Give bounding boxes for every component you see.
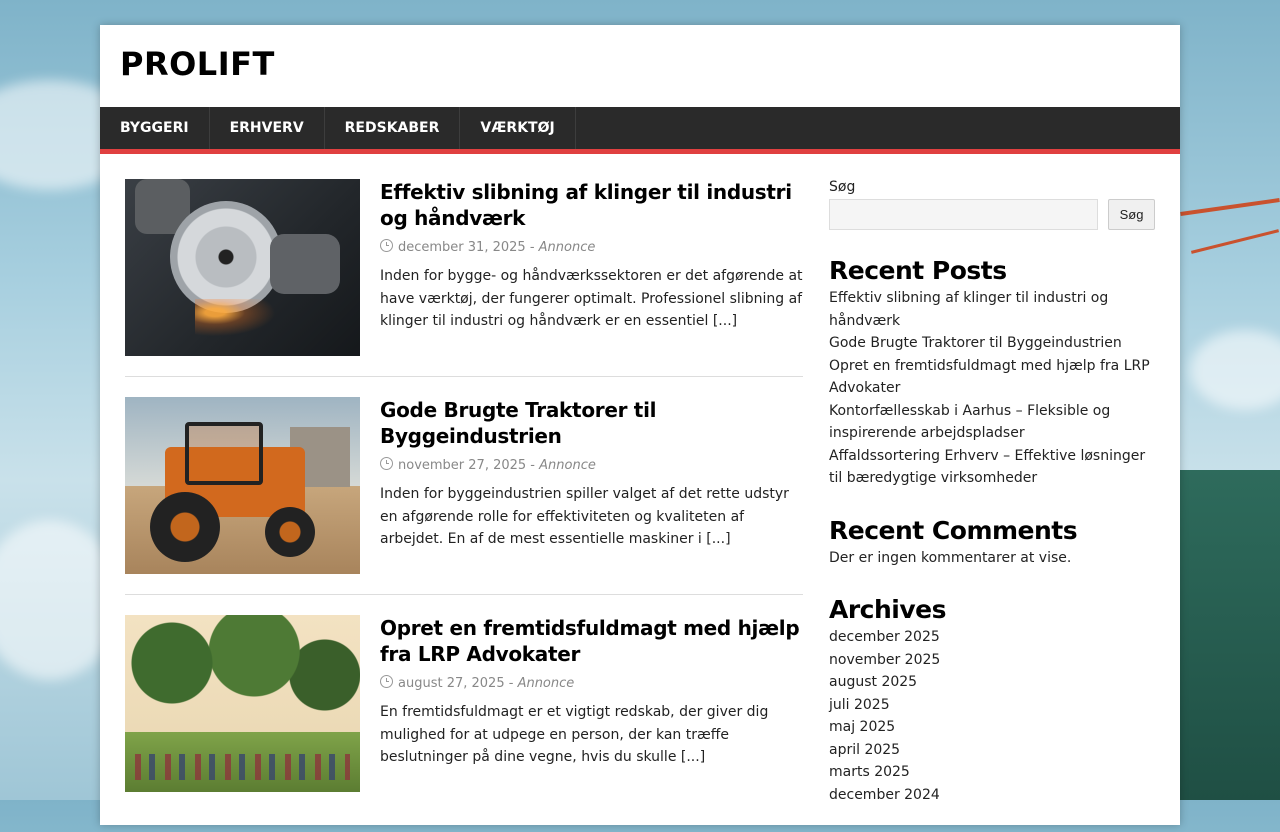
post-date: november 27, 2025 (398, 458, 527, 473)
post-excerpt: Inden for bygge- og håndværkssektoren er… (380, 265, 803, 333)
post-date: august 27, 2025 (398, 676, 505, 691)
post-excerpt: Inden for byggeindustrien spiller valget… (380, 483, 803, 551)
post-author[interactable]: Annonce (518, 676, 575, 691)
archives-list: december 2025 november 2025 august 2025 … (829, 626, 1155, 806)
main-nav: BYGGERI ERHVERV REDSKABER VÆRKTØJ (100, 107, 1180, 154)
archive-link[interactable]: marts 2025 (829, 761, 1155, 784)
nav-item-erhverv[interactable]: ERHVERV (210, 107, 325, 149)
post-body: Gode Brugte Traktorer til Byggeindustrie… (380, 397, 803, 574)
recent-post-link[interactable]: Affaldssortering Erhverv – Effektive løs… (829, 445, 1155, 490)
nav-item-redskaber[interactable]: REDSKABER (325, 107, 461, 149)
post-meta: december 31, 2025 - Annonce (380, 239, 803, 255)
recent-post-link[interactable]: Opret en fremtidsfuldmagt med hjælp fra … (829, 355, 1155, 400)
background-crane (1190, 229, 1280, 254)
archive-link[interactable]: april 2025 (829, 739, 1155, 762)
site-header: PROLIFT (100, 25, 1180, 107)
post-title[interactable]: Gode Brugte Traktorer til Byggeindustrie… (380, 397, 803, 449)
read-more-link[interactable]: [...] (706, 531, 730, 547)
archive-link[interactable]: maj 2025 (829, 716, 1155, 739)
post-excerpt-text: Inden for bygge- og håndværkssektoren er… (380, 268, 803, 329)
post-meta: november 27, 2025 - Annonce (380, 457, 803, 473)
sidebar: Søg Søg Recent Posts Effektiv slibning a… (829, 179, 1155, 806)
recent-comments-title: Recent Comments (829, 515, 1078, 545)
archive-link[interactable]: juli 2025 (829, 694, 1155, 717)
site-title[interactable]: PROLIFT (120, 45, 275, 83)
post-title[interactable]: Opret en fremtidsfuldmagt med hjælp fra … (380, 615, 803, 667)
post-list: Effektiv slibning af klinger til industr… (125, 179, 803, 832)
post-title[interactable]: Effektiv slibning af klinger til industr… (380, 179, 803, 231)
background-crane (1180, 198, 1280, 216)
read-more-link[interactable]: [...] (681, 749, 705, 765)
recent-post-link[interactable]: Kontorfællesskab i Aarhus – Fleksible og… (829, 400, 1155, 445)
post-author[interactable]: Annonce (539, 458, 596, 473)
post-date: december 31, 2025 (398, 240, 526, 255)
archives-title: Archives (829, 595, 947, 624)
nav-item-vaerktoj[interactable]: VÆRKTØJ (460, 107, 576, 149)
post-item: Effektiv slibning af klinger til industr… (125, 179, 803, 377)
search-form: Søg (829, 199, 1155, 230)
post-meta: august 27, 2025 - Annonce (380, 675, 803, 691)
search-label: Søg (829, 179, 856, 195)
archive-link[interactable]: december 2025 (829, 626, 1155, 649)
nav-item-byggeri[interactable]: BYGGERI (100, 107, 210, 149)
search-button[interactable]: Søg (1108, 199, 1155, 230)
tractor-image[interactable] (125, 397, 360, 574)
clock-icon (380, 675, 393, 688)
clock-icon (380, 457, 393, 470)
search-input[interactable] (829, 199, 1098, 230)
post-item: Opret en fremtidsfuldmagt med hjælp fra … (125, 615, 803, 812)
archive-link[interactable]: november 2025 (829, 649, 1155, 672)
recent-post-link[interactable]: Gode Brugte Traktorer til Byggeindustrie… (829, 332, 1155, 355)
recent-posts-title: Recent Posts (829, 256, 1007, 285)
post-author[interactable]: Annonce (539, 240, 596, 255)
recent-post-link[interactable]: Effektiv slibning af klinger til industr… (829, 287, 1155, 332)
recent-posts-list: Effektiv slibning af klinger til industr… (829, 287, 1155, 490)
post-item: Gode Brugte Traktorer til Byggeindustrie… (125, 397, 803, 595)
saw-blade-image[interactable] (125, 179, 360, 356)
no-comments-text: Der er ingen kommentarer at vise. (829, 549, 1072, 566)
meta-separator: - (526, 458, 540, 473)
archive-link[interactable]: august 2025 (829, 671, 1155, 694)
post-body: Effektiv slibning af klinger til industr… (380, 179, 803, 356)
clock-icon (380, 239, 393, 252)
post-excerpt: En fremtidsfuldmagt er et vigtigt redska… (380, 701, 803, 769)
read-more-link[interactable]: [...] (713, 313, 737, 329)
page-container: PROLIFT BYGGERI ERHVERV REDSKABER VÆRKTØ… (100, 25, 1180, 825)
post-excerpt-text: En fremtidsfuldmagt er et vigtigt redska… (380, 704, 769, 765)
background-building (1180, 470, 1280, 800)
post-body: Opret en fremtidsfuldmagt med hjælp fra … (380, 615, 803, 792)
meta-separator: - (504, 676, 518, 691)
meta-separator: - (525, 240, 539, 255)
park-image[interactable] (125, 615, 360, 792)
archive-link[interactable]: december 2024 (829, 784, 1155, 807)
background-cloud (1190, 330, 1280, 410)
